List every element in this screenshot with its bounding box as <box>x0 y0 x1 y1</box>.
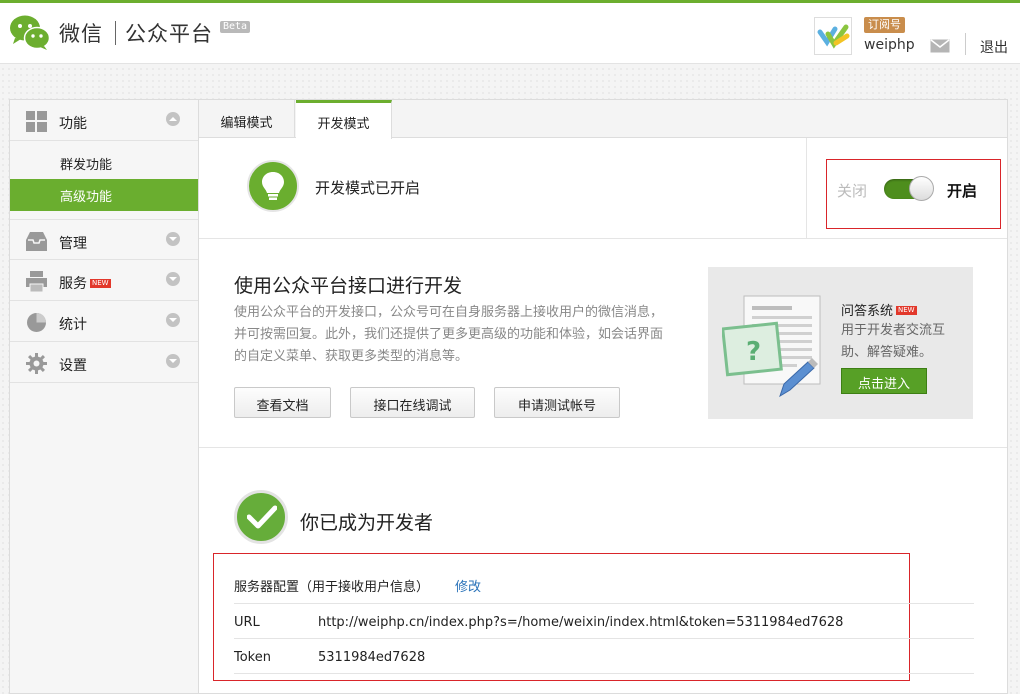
dev-mode-toggle-group: 关闭 开启 <box>826 159 1001 229</box>
new-badge: NEW <box>896 306 917 315</box>
lightbulb-icon <box>247 160 299 212</box>
sidebar-group-services[interactable]: 服务 NEW <box>10 260 198 301</box>
account-type-badge: 订阅号 <box>864 17 905 33</box>
dev-mode-status: 开发模式已开启 关闭 开启 <box>199 138 1007 239</box>
sidebar: 功能 群发功能 高级功能 管理 服务 NEW 统计 设置 <box>9 99 198 694</box>
online-debug-button[interactable]: 接口在线调试 <box>350 387 475 418</box>
brand-name: 微信 <box>59 22 103 46</box>
grid-icon <box>26 111 47 132</box>
config-row-token: Token 5311984ed7628 <box>234 638 974 674</box>
sidebar-group-label: 管理 <box>59 236 87 252</box>
edit-config-link[interactable]: 修改 <box>455 576 481 595</box>
config-key: URL <box>234 615 260 630</box>
section-divider <box>199 447 1007 448</box>
qa-card-title: 问答系统 NEW <box>841 304 917 319</box>
qa-enter-button[interactable]: 点击进入 <box>841 368 927 394</box>
toggle-on-label[interactable]: 开启 <box>947 180 977 201</box>
product-name: 公众平台 <box>125 22 213 46</box>
sidebar-group-settings[interactable]: 设置 <box>10 342 198 383</box>
new-badge: NEW <box>90 279 111 288</box>
tab-edit-mode[interactable]: 编辑模式 <box>199 100 295 138</box>
main-panel: 编辑模式 开发模式 开发模式已开启 关闭 开启 使用公众平台接口进行开发 使用公… <box>198 99 1008 694</box>
wechat-logo-icon <box>10 15 51 50</box>
svg-text:?: ? <box>746 337 761 367</box>
config-key: Token <box>234 650 271 665</box>
account-logo-icon <box>817 24 850 49</box>
server-config-panel: 服务器配置（用于接收用户信息） 修改 URL http://weiphp.cn/… <box>213 553 974 681</box>
header-separator <box>965 33 966 55</box>
header: 微信 公众平台 Beta 订阅号 weiphp 退出 <box>0 3 1020 64</box>
sidebar-item-advanced[interactable]: 高级功能 <box>10 179 198 211</box>
config-row-url: URL http://weiphp.cn/index.php?s=/home/w… <box>234 603 974 639</box>
username[interactable]: weiphp <box>864 37 915 53</box>
chevron-down-icon[interactable] <box>166 313 180 327</box>
checkmark-icon <box>234 490 288 544</box>
toggle-off-label[interactable]: 关闭 <box>837 180 867 201</box>
qa-illustration-icon: ? <box>722 295 821 398</box>
developer-status-title: 你已成为开发者 <box>300 512 434 534</box>
chevron-down-icon[interactable] <box>166 354 180 368</box>
chevron-down-icon[interactable] <box>166 272 180 286</box>
api-section-title: 使用公众平台接口进行开发 <box>234 275 463 297</box>
dev-mode-status-text: 开发模式已开启 <box>315 179 421 197</box>
config-row-divider <box>234 673 974 674</box>
test-account-button[interactable]: 申请测试帐号 <box>494 387 620 418</box>
printer-icon <box>26 271 47 292</box>
view-docs-button[interactable]: 查看文档 <box>234 387 331 418</box>
mode-tabs: 编辑模式 开发模式 <box>199 100 1007 139</box>
avatar[interactable] <box>814 17 852 55</box>
chevron-down-icon[interactable] <box>166 232 180 246</box>
sidebar-group-features[interactable]: 功能 <box>10 100 198 141</box>
sidebar-group-label: 统计 <box>59 317 87 333</box>
qa-system-card: ? 问答系统 NEW 用于开发者交流互助、解答疑难。 点击进入 <box>708 267 973 419</box>
sidebar-item-mass-send[interactable]: 群发功能 <box>10 147 198 179</box>
sidebar-group-label: 设置 <box>59 358 87 374</box>
config-token-value: 5311984ed7628 <box>318 650 426 665</box>
logo-separator <box>115 21 116 45</box>
tab-developer-mode[interactable]: 开发模式 <box>296 100 392 139</box>
status-divider <box>806 138 807 238</box>
sidebar-group-manage[interactable]: 管理 <box>10 219 198 260</box>
beta-badge: Beta <box>220 21 251 33</box>
inbox-icon <box>26 232 47 251</box>
server-config-heading: 服务器配置（用于接收用户信息） <box>234 580 430 595</box>
sidebar-group-label: 服务 NEW <box>59 276 111 292</box>
api-section-description: 使用公众平台的开发接口，公众号可在自身服务器上接收用户的微信消息，并可按需回复。… <box>234 305 664 364</box>
qa-card-description: 用于开发者交流互助、解答疑难。 <box>841 323 946 360</box>
gear-icon <box>26 353 47 374</box>
mail-icon[interactable] <box>930 39 950 53</box>
pie-chart-icon <box>27 313 46 332</box>
toggle-knob[interactable] <box>909 176 934 201</box>
chevron-up-icon[interactable] <box>166 112 180 126</box>
sidebar-group-stats[interactable]: 统计 <box>10 301 198 342</box>
config-url-value: http://weiphp.cn/index.php?s=/home/weixi… <box>318 615 844 630</box>
sidebar-group-label: 功能 <box>59 116 87 132</box>
logout-link[interactable]: 退出 <box>980 37 1008 57</box>
